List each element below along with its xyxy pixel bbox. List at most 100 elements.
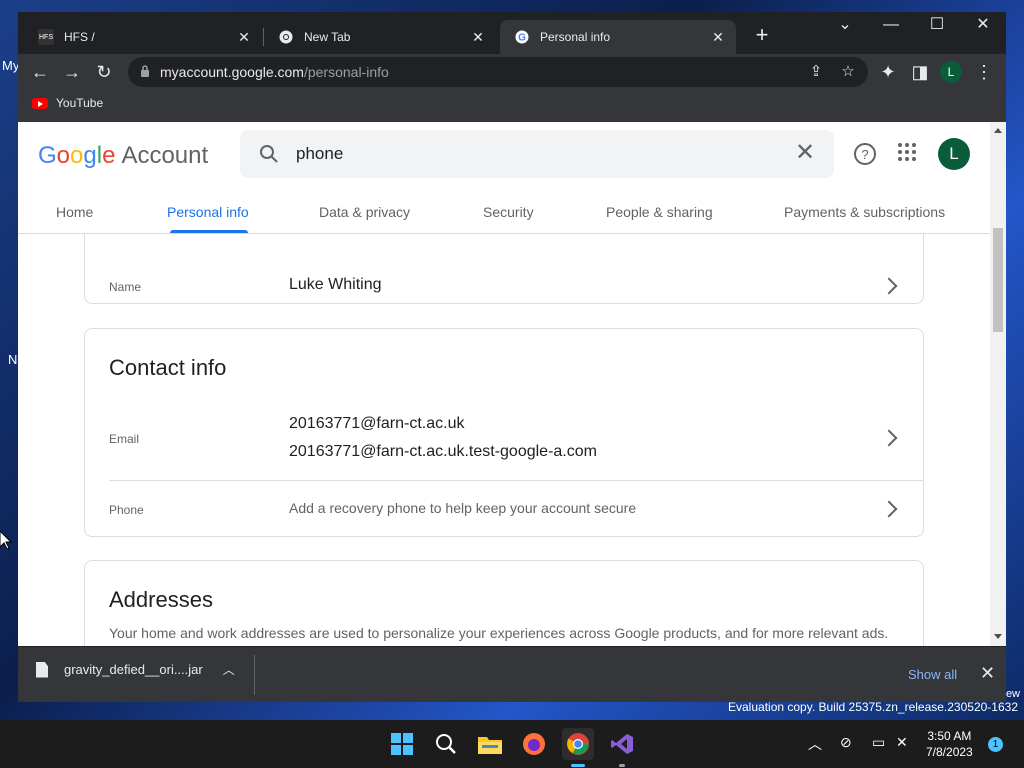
file-explorer-icon[interactable] [474,728,506,760]
extensions-puzzle-icon[interactable]: ✦ [876,60,900,84]
email-label: Email [109,432,140,446]
google-account-logo[interactable]: Google Account [38,142,208,170]
svg-text:G: G [518,33,526,44]
help-icon[interactable]: ? [852,142,878,168]
windows-start-icon[interactable] [386,728,418,760]
tab-title: Personal info [540,30,611,44]
download-filename: gravity_defied__ori....jar [64,662,203,677]
taskbar: ︿ ⊘ ▭ ✕ 3:50 AM 7/8/2023 1 [0,720,1024,768]
close-window-button[interactable]: ✕ [960,12,1006,40]
url-text[interactable]: myaccount.google.com/personal-info [160,64,389,80]
download-separator [254,655,255,695]
address-bar[interactable]: myaccount.google.com/personal-info ⇪ ☆ [128,57,868,87]
account-nav-tabs: Home Personal info Data & privacy Securi… [18,192,990,234]
chevron-right-icon[interactable] [880,277,898,295]
file-icon [36,661,48,678]
desktop-icon-label[interactable]: N [8,352,17,367]
more-menu-icon[interactable]: ⋮ [972,60,996,84]
youtube-icon [32,97,48,109]
scrollbar-thumb[interactable] [993,228,1003,332]
tab-search-chevron-icon[interactable]: ⌄ [822,12,868,40]
tab-data-privacy[interactable]: Data & privacy [319,204,410,220]
logo-suffix: Account [121,142,209,169]
scroll-down-arrow-icon[interactable] [994,634,1002,639]
system-clock[interactable]: 3:50 AM 7/8/2023 [926,728,973,760]
search-input[interactable] [296,142,776,166]
close-shelf-icon[interactable]: ✕ [980,663,995,684]
google-icon: G [514,29,530,45]
addresses-description: Your home and work addresses are used to… [109,625,889,646]
email-value[interactable]: 20163771@farn-ct.ac.uk.test-google-a.com [289,443,597,461]
side-panel-icon[interactable]: ◨ [908,60,932,84]
tab-home[interactable]: Home [56,204,93,220]
new-tab-button[interactable]: + [750,24,774,48]
chrome-icon [278,29,294,45]
account-search-box[interactable]: ✕ [240,130,834,178]
visual-studio-icon[interactable] [606,728,638,760]
tab-hfs[interactable]: HFS HFS / ✕ [24,20,262,54]
lock-icon[interactable] [140,64,150,78]
show-hidden-icons-chevron-icon[interactable]: ︿ [808,734,822,754]
page-content: GoogleAccount ✕ ? L Home Personal info D… [18,122,1006,646]
chrome-icon[interactable] [562,728,594,760]
profile-avatar[interactable]: L [940,61,962,83]
browser-window: HFS HFS / ✕ New Tab ✕ G Personal info ✕ … [18,12,1006,702]
download-item[interactable]: gravity_defied__ori....jar ︿ [36,661,235,678]
chevron-right-icon[interactable] [880,429,898,447]
page-scrollbar[interactable] [990,122,1006,646]
chevron-right-icon[interactable] [880,500,898,518]
reload-icon[interactable]: ↻ [92,60,116,84]
bookmark-star-icon[interactable]: ☆ [838,62,858,82]
share-icon[interactable]: ⇪ [806,62,826,82]
tab-personal-info[interactable]: Personal info [167,204,249,220]
bookmark-youtube[interactable]: YouTube [32,96,103,110]
running-app-indicator [619,764,625,767]
phone-hint[interactable]: Add a recovery phone to help keep your a… [289,500,636,516]
tab-new-tab[interactable]: New Tab ✕ [264,20,496,54]
show-all-button[interactable]: Show all [908,667,957,682]
logo-letter: o [56,142,71,169]
account-header: GoogleAccount ✕ ? L Home Personal info D… [18,122,990,234]
clock-date: 7/8/2023 [926,745,973,759]
tab-close-icon[interactable]: ✕ [470,29,486,46]
browser-toolbar: ← → ↻ myaccount.google.com/personal-info… [18,54,1006,90]
search-icon[interactable] [258,143,280,165]
clock-time: 3:50 AM [927,729,972,743]
maximize-button[interactable]: ☐ [914,12,960,40]
tab-strip: HFS HFS / ✕ New Tab ✕ G Personal info ✕ … [18,12,1006,54]
network-icon[interactable]: ⊘ [840,734,852,751]
bookmark-label: YouTube [56,96,104,110]
hfs-icon: HFS [38,29,54,45]
name-value[interactable]: Luke Whiting [289,276,382,294]
tab-close-icon[interactable]: ✕ [710,29,726,46]
desktop-icon-label[interactable]: My [2,58,19,73]
tab-close-icon[interactable]: ✕ [236,29,252,46]
name-label: Name [109,280,142,294]
back-arrow-icon[interactable]: ← [28,60,52,84]
account-avatar[interactable]: L [938,138,970,170]
tab-payments-subscriptions[interactable]: Payments & subscriptions [784,204,945,220]
tab-personal-info[interactable]: G Personal info ✕ [500,20,736,54]
apps-grid-icon[interactable] [894,142,920,168]
volume-icon[interactable]: ✕ [896,734,908,751]
minimize-button[interactable]: — [868,12,914,40]
clear-search-icon[interactable]: ✕ [792,140,818,166]
display-icon[interactable]: ▭ [872,734,885,751]
forward-arrow-icon[interactable]: → [60,60,84,84]
logo-letter: e [102,142,116,169]
logo-letter: G [38,142,57,169]
email-value[interactable]: 20163771@farn-ct.ac.uk [289,415,464,433]
firefox-icon[interactable] [518,728,550,760]
active-tab-indicator [170,230,248,233]
row-divider [109,480,923,481]
scroll-up-arrow-icon[interactable] [994,128,1002,133]
logo-letter: g [83,142,97,169]
tab-security[interactable]: Security [483,204,534,220]
addresses-card: Addresses Your home and work addresses a… [84,560,924,646]
notification-badge[interactable]: 1 [988,737,1003,752]
tab-people-sharing[interactable]: People & sharing [606,204,713,220]
chevron-up-icon[interactable]: ︿ [223,661,235,678]
search-icon[interactable] [430,728,462,760]
tab-title: New Tab [304,30,351,44]
contact-info-title: Contact info [109,355,227,380]
